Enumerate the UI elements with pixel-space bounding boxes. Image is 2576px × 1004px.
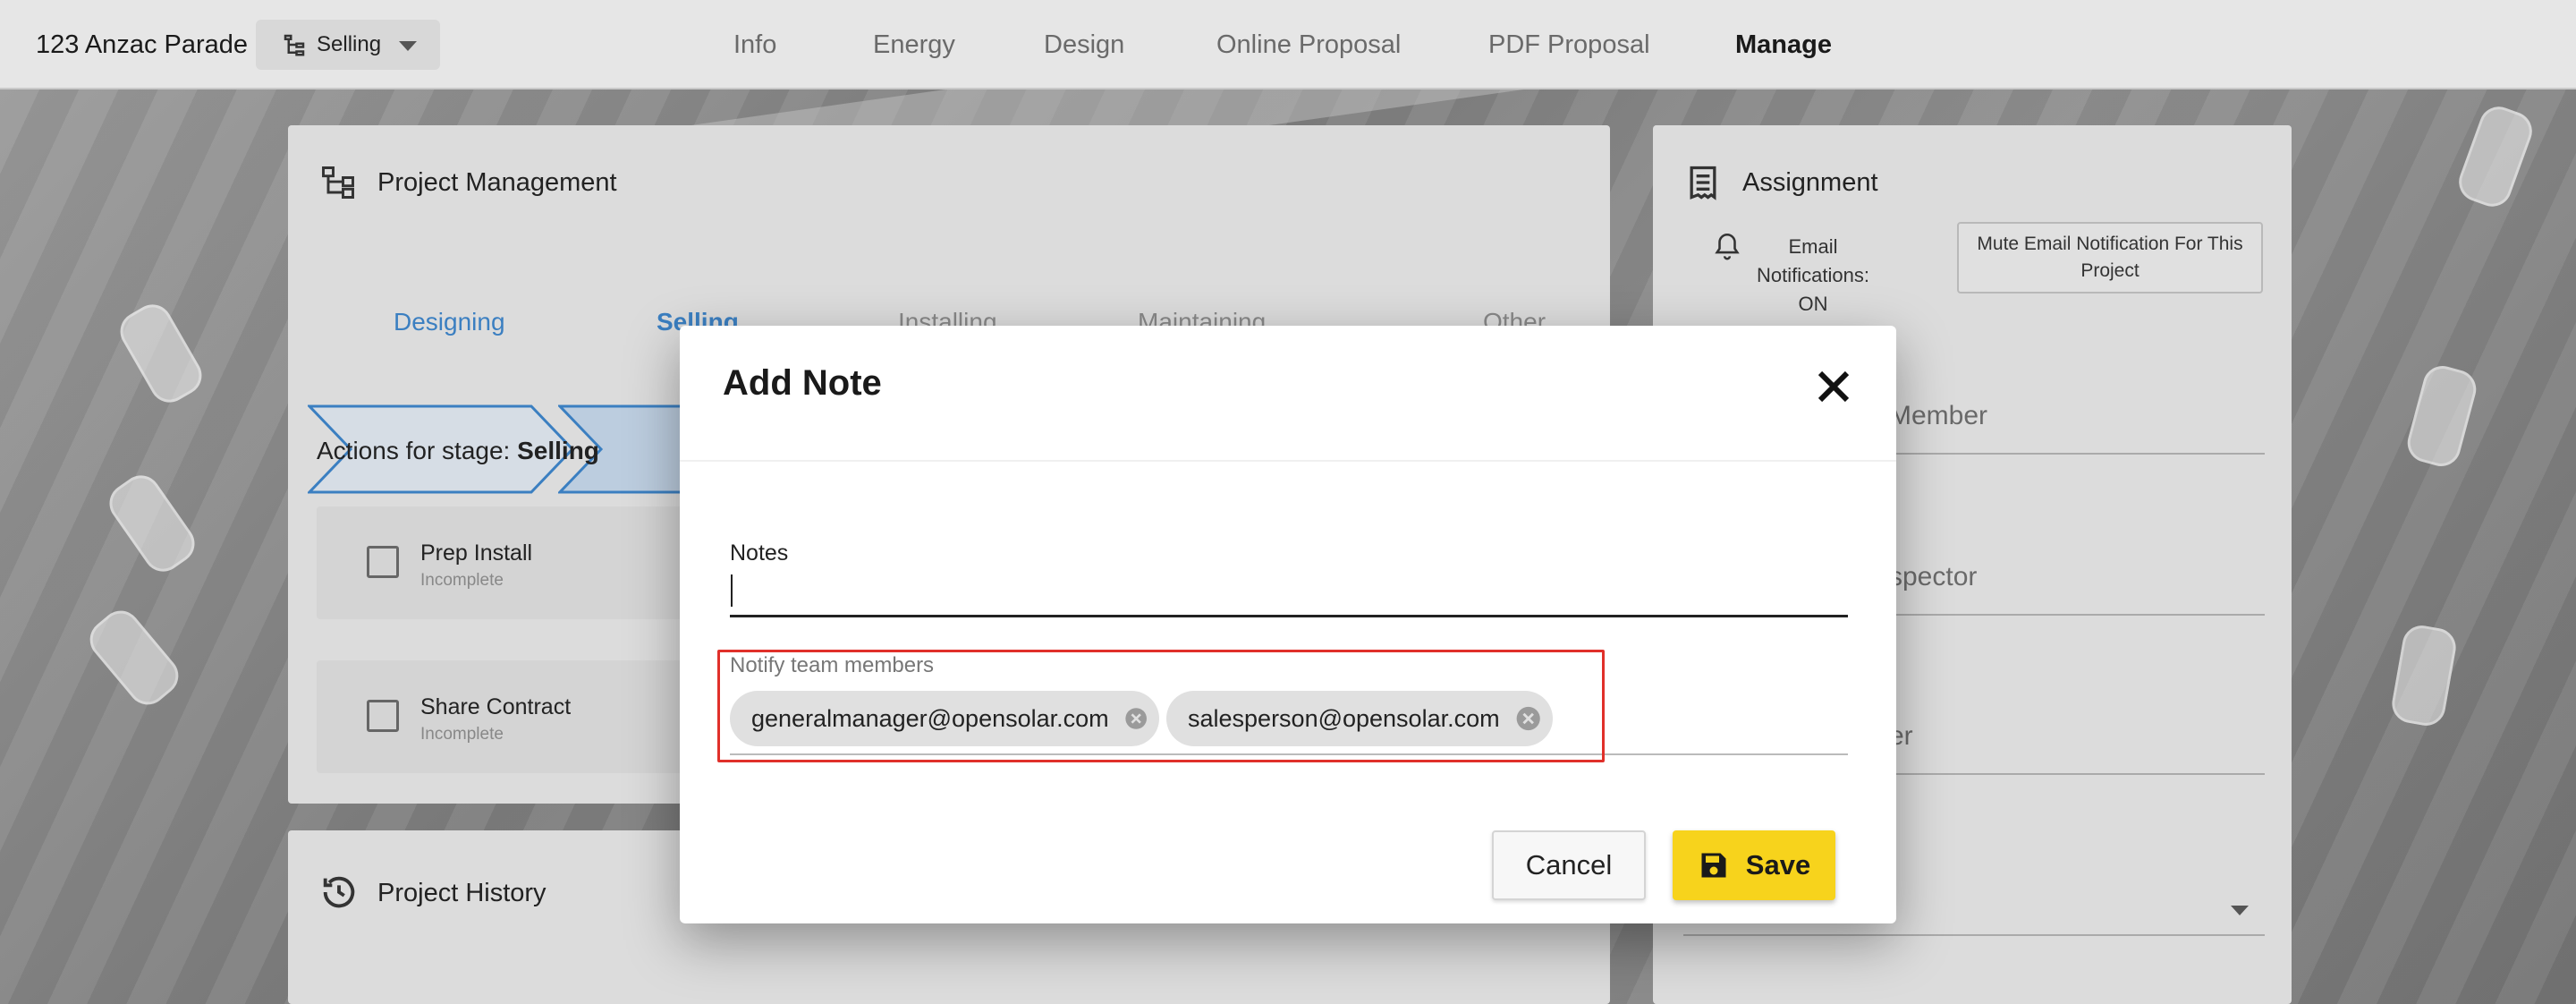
remove-chip-icon[interactable] xyxy=(1123,702,1148,735)
add-note-dialog: Add Note Notes Notify team members gener… xyxy=(680,326,1896,923)
notify-team-members-label: Notify team members xyxy=(730,653,935,677)
notes-input[interactable] xyxy=(730,571,1848,617)
close-icon[interactable] xyxy=(1807,360,1860,413)
notes-label: Notes xyxy=(730,540,789,566)
save-button[interactable]: Save xyxy=(1673,830,1835,900)
chip-label: generalmanager@opensolar.com xyxy=(751,704,1109,732)
dialog-header: Add Note xyxy=(680,326,1896,462)
cancel-button[interactable]: Cancel xyxy=(1492,830,1646,900)
remove-chip-icon[interactable] xyxy=(1514,702,1542,735)
chip-label: salesperson@opensolar.com xyxy=(1188,704,1500,732)
notify-team-members-field[interactable]: generalmanager@opensolar.com salesperson… xyxy=(730,682,1848,755)
save-icon xyxy=(1701,853,1726,878)
team-member-chip[interactable]: generalmanager@opensolar.com xyxy=(730,691,1159,746)
team-member-chip[interactable]: salesperson@opensolar.com xyxy=(1166,691,1553,746)
dialog-title: Add Note xyxy=(723,363,882,403)
save-label: Save xyxy=(1745,849,1811,881)
text-cursor xyxy=(731,574,733,607)
